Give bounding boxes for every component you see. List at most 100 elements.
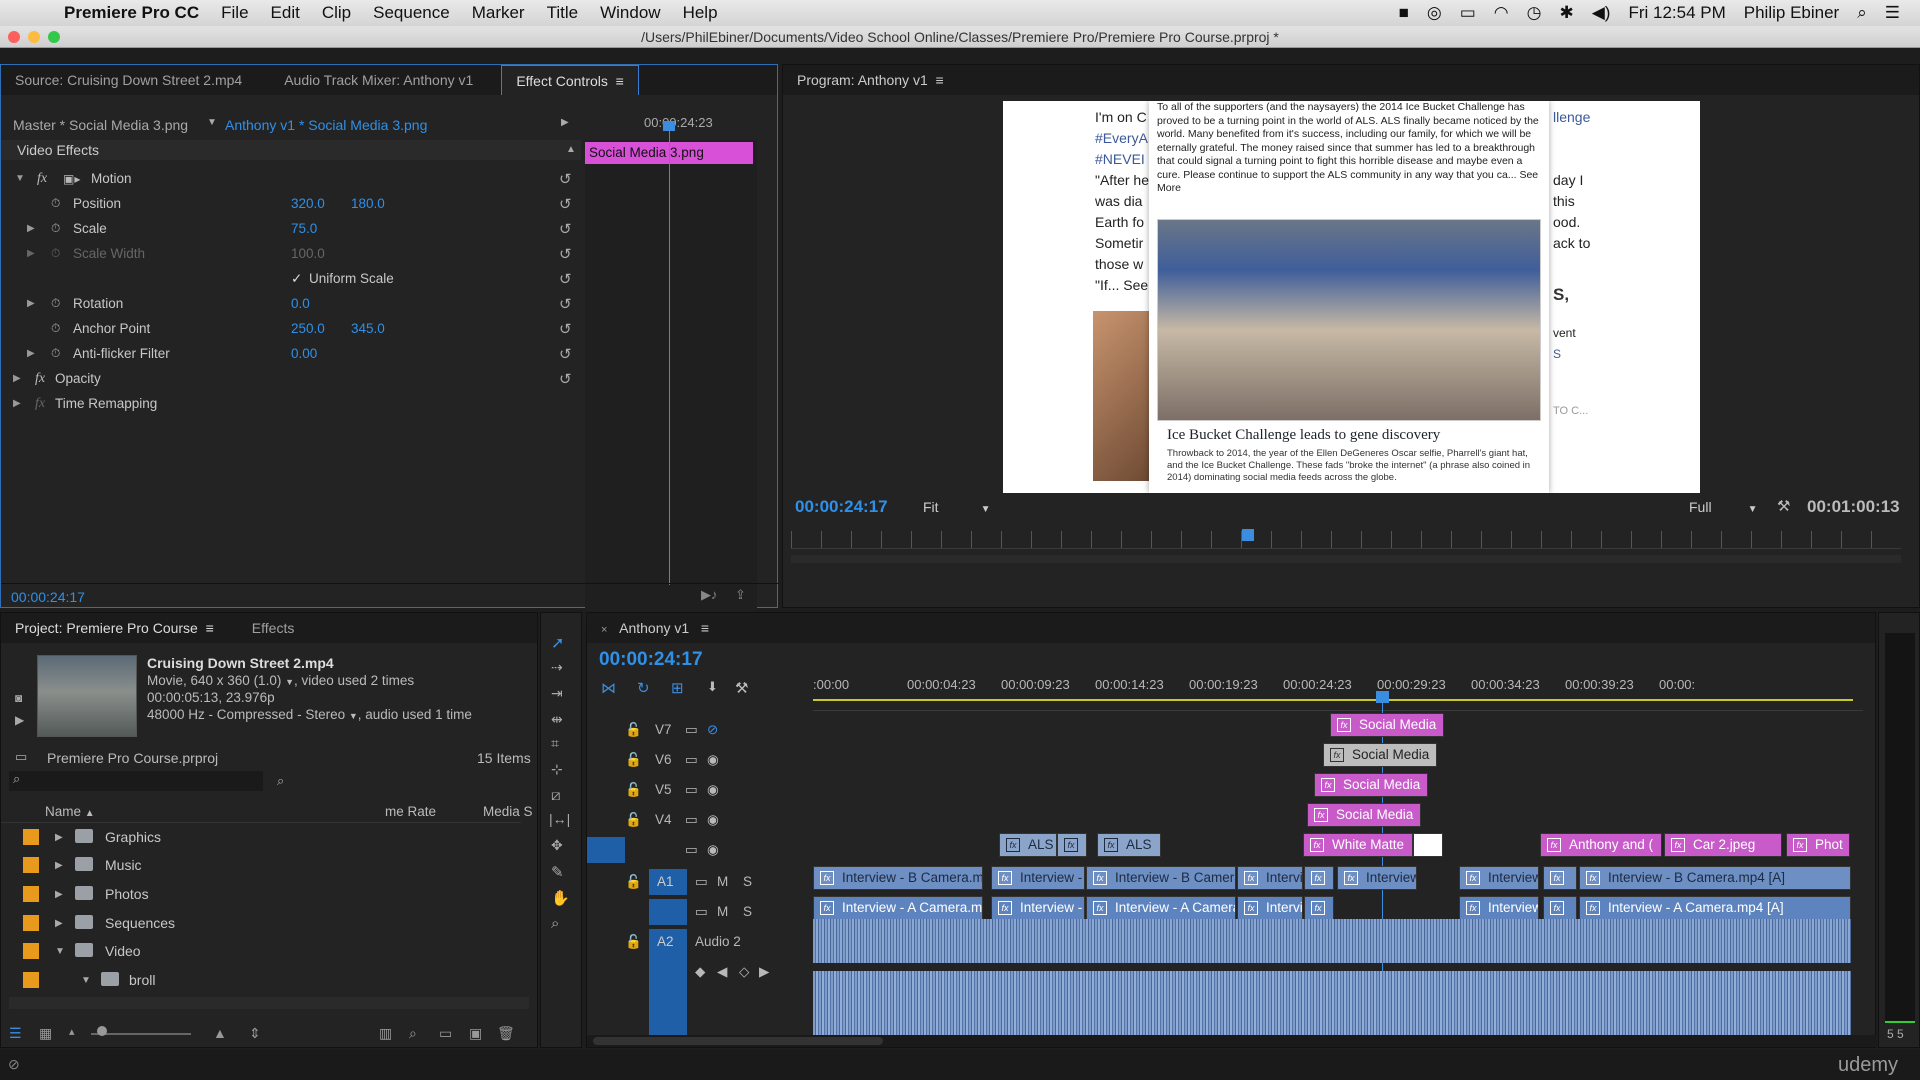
expand-triangle-icon[interactable]: ▶ [13, 398, 21, 409]
fx-icon[interactable]: fx [37, 171, 47, 187]
reset-icon[interactable]: ↺ [559, 320, 572, 338]
clip-v3-small[interactable]: fx [1057, 833, 1087, 857]
clock[interactable]: Fri 12:54 PM [1628, 3, 1725, 23]
mute-button[interactable]: M [717, 904, 728, 919]
column-media-start[interactable]: Media S [483, 804, 533, 819]
menu-window[interactable]: Window [600, 3, 660, 23]
tab-project[interactable]: Project: Premiere Pro Course ≡ [1, 613, 228, 643]
menu-edit[interactable]: Edit [271, 3, 300, 23]
lock-icon[interactable]: 🔓 [625, 782, 642, 798]
panel-menu-icon[interactable]: ≡ [206, 620, 214, 636]
collapse-up-icon[interactable]: ▲ [566, 144, 576, 155]
list-item[interactable]: ▶ Photos [9, 880, 529, 908]
effect-motion-row[interactable]: ▼ fx ▣▸ Motion ↺ [1, 166, 572, 191]
settings-wrench-icon[interactable]: ⚒ [1777, 497, 1790, 515]
eye-icon[interactable]: ◉ [707, 782, 719, 798]
sync-lock-icon[interactable]: ▭ [685, 812, 698, 828]
ec-playhead-handle[interactable] [663, 121, 675, 131]
stopwatch-icon[interactable]: ⏱ [51, 321, 60, 336]
tab-effect-controls[interactable]: Effect Controls ≡ [501, 65, 639, 95]
stopwatch-icon[interactable]: ⏱ [51, 246, 60, 261]
creative-cloud-icon[interactable]: ◎ [1427, 3, 1442, 23]
razor-tool-icon[interactable]: ⊹ [551, 761, 563, 778]
clip-a-camera-8[interactable]: fx Interview - A Camera.mp4 [A] [1579, 896, 1851, 920]
program-video-frame[interactable]: I'm on C #EveryA #NEVEI "After he was di… [1003, 101, 1700, 493]
stopwatch-icon[interactable]: ⏱ [51, 346, 60, 361]
ec-timecode[interactable]: 00:00:24:17 [11, 589, 85, 605]
effect-time-remap-row[interactable]: ▶ fx Time Remapping [1, 391, 571, 416]
clip-b-camera-7[interactable]: fx Interview [1459, 866, 1539, 890]
menu-file[interactable]: File [221, 3, 248, 23]
zoom-slider-handle[interactable] [97, 1026, 107, 1036]
fit-dropdown[interactable]: Fit ▼ [923, 499, 990, 515]
column-frame-rate[interactable]: me Rate [385, 804, 436, 819]
track-select-tool-icon[interactable]: ⇢ [551, 659, 563, 676]
stopwatch-icon[interactable]: ⏱ [51, 296, 60, 311]
reset-icon[interactable]: ↺ [559, 245, 572, 263]
reset-icon[interactable]: ↺ [559, 270, 572, 288]
new-item-icon[interactable]: ▣ [469, 1025, 482, 1042]
stopwatch-icon[interactable]: ⏱ [51, 196, 60, 211]
clip-v7[interactable]: fx Social Media [1330, 713, 1444, 737]
search-icon[interactable]: ⌕ [1857, 3, 1867, 23]
track-label[interactable]: V6 [655, 752, 672, 767]
antiflicker-value[interactable]: 0.00 [291, 346, 317, 361]
audio-waveform-a1[interactable] [813, 919, 1851, 963]
label-color-swatch[interactable] [23, 972, 39, 988]
dropdown-icon[interactable]: ▼ [207, 117, 217, 128]
reset-icon[interactable]: ↺ [559, 220, 572, 238]
clip-v3-white[interactable] [1413, 833, 1443, 857]
resolution-dropdown[interactable]: Full ▼ [1689, 499, 1757, 515]
anchor-y-value[interactable]: 345.0 [351, 321, 385, 336]
rate-stretch-tool-icon[interactable]: ⌗ [551, 735, 559, 752]
track-label[interactable]: V4 [655, 812, 672, 827]
ec-timeline-area[interactable] [585, 140, 757, 628]
clip-v3-anthony[interactable]: fx Anthony and ( [1540, 833, 1662, 857]
anchor-x-value[interactable]: 250.0 [291, 321, 325, 336]
play-audio-icon[interactable]: ▶♪ [701, 587, 718, 603]
find-icon[interactable]: ⌕ [409, 1025, 417, 1042]
mute-button[interactable]: M [717, 874, 728, 889]
track-label[interactable]: A1 [657, 874, 674, 889]
label-color-swatch[interactable] [23, 943, 39, 959]
zoom-window-button[interactable] [48, 31, 60, 43]
eye-icon[interactable]: ◉ [707, 812, 719, 828]
clip-a-camera-1[interactable]: fx Interview - A Camera.m [813, 896, 983, 920]
fx-icon[interactable]: fx [35, 371, 45, 387]
sort-icon[interactable]: ⇕ [249, 1025, 261, 1042]
clip-b-camera-8[interactable]: fx [1543, 866, 1577, 890]
sync-lock-icon[interactable]: ▭ [695, 874, 708, 890]
clip-v4[interactable]: fx Social Media [1307, 803, 1421, 827]
label-color-swatch[interactable] [23, 886, 39, 902]
scale-value[interactable]: 75.0 [291, 221, 317, 236]
effect-opacity-row[interactable]: ▶ fx Opacity ↺ [1, 366, 572, 391]
reset-icon[interactable]: ↺ [559, 195, 572, 213]
timeline-playhead-handle[interactable] [1376, 691, 1389, 703]
clip-v6[interactable]: fx Social Media [1323, 743, 1437, 767]
export-frame-icon[interactable]: ⇪ [735, 587, 746, 603]
panel-menu-icon[interactable]: ≡ [701, 620, 709, 636]
clip-b-camera-4[interactable]: fx Intervi [1237, 866, 1303, 890]
work-area-bar[interactable] [813, 699, 1853, 701]
lock-icon[interactable]: 🔓 [625, 874, 642, 890]
expand-triangle-icon[interactable]: ▶ [27, 248, 35, 259]
lock-icon[interactable]: 🔓 [625, 752, 642, 768]
eye-icon[interactable]: ◉ [707, 752, 719, 768]
new-bin-icon[interactable]: ▭ [439, 1025, 452, 1042]
expand-triangle-icon[interactable]: ▼ [15, 173, 25, 184]
slide-tool-icon[interactable]: |↔| [549, 811, 570, 827]
timeline-scroll-handle[interactable] [593, 1037, 883, 1045]
label-color-swatch[interactable] [23, 915, 39, 931]
expand-triangle-icon[interactable]: ▶ [55, 832, 63, 843]
menu-marker[interactable]: Marker [472, 3, 525, 23]
track-label[interactable]: A2 [657, 934, 674, 949]
bluetooth-icon[interactable]: ✱ [1559, 3, 1573, 23]
poster-frame-icon[interactable]: ◙ [15, 691, 22, 705]
sync-lock-icon[interactable]: ▭ [685, 842, 698, 858]
clip-a-camera-7[interactable]: fx [1543, 896, 1577, 920]
position-y-value[interactable]: 180.0 [351, 196, 385, 211]
keyframe-next-icon[interactable]: ▶ [759, 964, 769, 980]
clip-thumbnail-image[interactable] [37, 655, 137, 737]
clip-v3-white-matte[interactable]: fx White Matte [1303, 833, 1413, 857]
timeline-timecode[interactable]: 00:00:24:17 [599, 649, 703, 671]
